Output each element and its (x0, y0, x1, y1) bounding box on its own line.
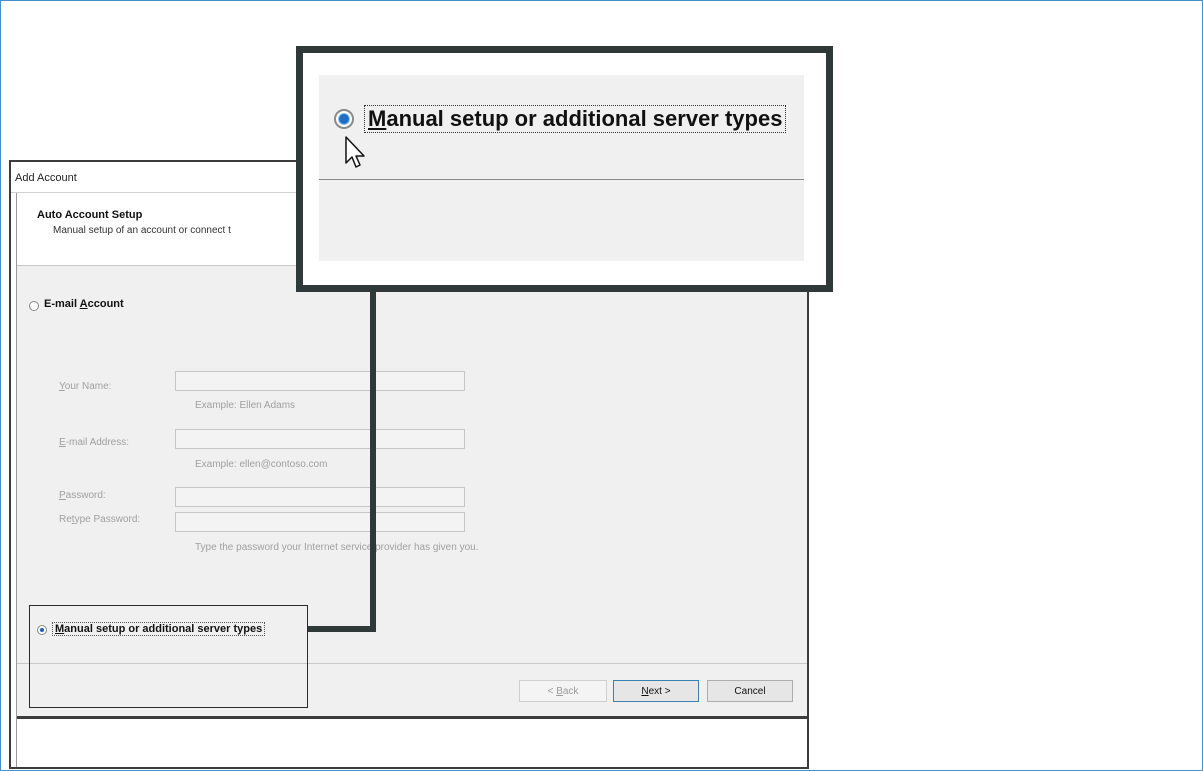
password-label: Password: (59, 490, 106, 501)
header-subtitle: Manual setup of an account or connect t (53, 225, 231, 236)
password-hint: Type the password your Internet service … (195, 542, 479, 553)
retype-password-input[interactable] (175, 512, 465, 532)
callout-connector-horizontal (308, 626, 376, 632)
password-input[interactable] (175, 487, 465, 507)
zoom-manual-setup-label: Manual setup or additional server types (364, 105, 787, 133)
email-address-input[interactable] (175, 429, 465, 449)
cancel-button[interactable]: Cancel (707, 680, 793, 702)
your-name-example: Example: Ellen Adams (195, 400, 296, 411)
header-title: Auto Account Setup (37, 209, 143, 221)
email-account-radio[interactable] (29, 301, 39, 311)
email-address-label: E-mail Address: (59, 437, 130, 448)
window-title: Add Account (15, 172, 77, 184)
bottom-strip (17, 719, 807, 767)
email-account-label[interactable]: E-mail Account (44, 298, 124, 310)
retype-password-label: Retype Password: (59, 514, 141, 525)
callout-connector-vertical (370, 288, 376, 632)
your-name-input[interactable] (175, 371, 465, 391)
email-address-example: Example: ellen@contoso.com (195, 459, 328, 470)
zoom-panel: Manual setup or additional server types (319, 75, 804, 261)
mouse-cursor-icon (345, 136, 365, 168)
next-button[interactable]: Next > (613, 680, 699, 702)
radio-selected-icon (334, 109, 354, 129)
highlight-box (29, 605, 308, 708)
zoom-callout: Manual setup or additional server types (296, 46, 833, 292)
zoom-separator (319, 179, 804, 180)
back-button[interactable]: < Back (519, 680, 607, 702)
your-name-label: Your Name: (59, 381, 112, 392)
